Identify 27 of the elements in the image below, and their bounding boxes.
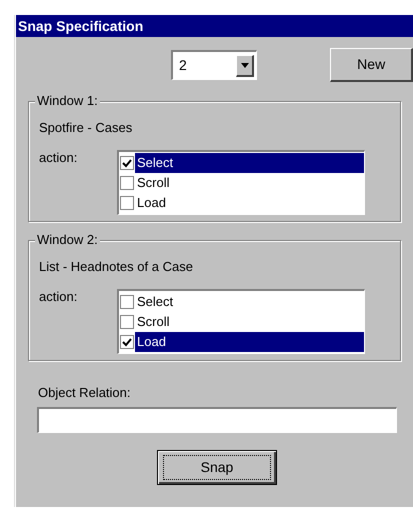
- checkbox[interactable]: [120, 156, 134, 170]
- dropdown-value: 2: [178, 56, 187, 75]
- action-item[interactable]: Select: [135, 292, 364, 312]
- window-name: List - Headnotes of a Case: [39, 259, 194, 275]
- action-label: action:: [39, 150, 78, 167]
- new-button[interactable]: New: [330, 48, 413, 82]
- number-dropdown[interactable]: 2: [171, 50, 258, 80]
- object-relation-field[interactable]: [37, 407, 397, 433]
- action-item[interactable]: Load: [135, 193, 364, 213]
- action-label: action:: [39, 289, 78, 306]
- action-item[interactable]: Scroll: [135, 173, 364, 193]
- object-relation-label: Object Relation:: [38, 385, 132, 401]
- action-item[interactable]: Load: [135, 332, 364, 352]
- snap-button[interactable]: Snap: [157, 450, 277, 485]
- caret-down-icon: [240, 62, 249, 68]
- window-name: Spotfire - Cases: [39, 120, 134, 136]
- action-item[interactable]: Scroll: [135, 312, 364, 332]
- action-item[interactable]: Select: [135, 153, 364, 173]
- checkbox[interactable]: [120, 295, 134, 309]
- checkbox[interactable]: [120, 335, 134, 349]
- checkmark-icon: [122, 158, 132, 168]
- checkbox[interactable]: [120, 176, 134, 190]
- window-title: Snap Specification: [16, 15, 413, 37]
- checkmark-icon: [122, 337, 132, 347]
- dropdown-button[interactable]: [236, 54, 254, 76]
- checkbox[interactable]: [120, 315, 134, 329]
- checkbox[interactable]: [120, 196, 134, 210]
